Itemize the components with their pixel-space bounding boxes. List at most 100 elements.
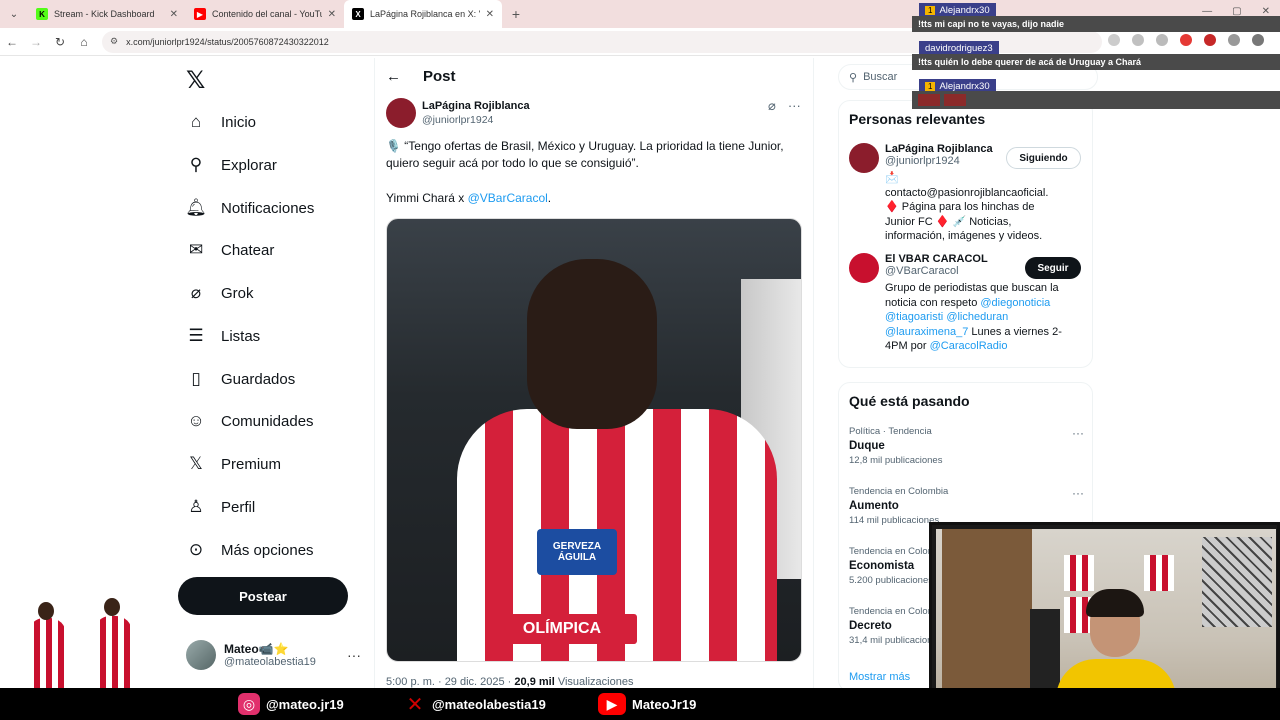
sidebar-item-grok[interactable]: ⌀ Grok [186, 283, 254, 303]
grok-icon[interactable]: ⌀ [768, 98, 776, 114]
account-switcher[interactable]: Mateo📹⭐ @mateolabestia19 ··· [186, 640, 361, 670]
sidebar-item-premium[interactable]: 𝕏 Premium [186, 454, 281, 474]
emote-icon [918, 94, 940, 106]
sidebar-item-notificaciones[interactable]: 🔔︎ Notificaciones [185, 198, 314, 218]
sidebar-item-label: Perfil [221, 498, 256, 516]
sidebar-item-mas-opciones[interactable]: ⊙ Más opciones [186, 540, 314, 560]
profile-handle: @mateolabestia19 [224, 656, 316, 668]
back-arrow-icon[interactable]: ← [386, 68, 401, 85]
mention-link[interactable]: @lauraximena_7 [885, 326, 968, 338]
post-author[interactable]: LaPágina Rojiblanca @juniorlpr1924 [386, 98, 530, 128]
zoom-icon[interactable] [1108, 34, 1120, 46]
chat-username: davidrodriguez3 [919, 41, 999, 55]
trend-item[interactable]: Política · Tendencia Duque 12,8 mil publ… [849, 426, 1084, 466]
chat-user: 1 Alejandrx30 [919, 3, 996, 17]
image-player-head [527, 259, 657, 429]
author-name[interactable]: LaPágina Rojiblanca [422, 100, 530, 112]
mention-link[interactable]: @CaracolRadio [930, 340, 1008, 352]
more-icon[interactable]: ··· [1072, 486, 1084, 500]
avatar[interactable] [849, 143, 879, 173]
sidebar-item-listas[interactable]: ☰ Listas [186, 326, 260, 346]
player-head [104, 598, 120, 616]
tab-youtube[interactable]: ▶ Contenido del canal - YouTube ✕ [186, 0, 344, 28]
site-info-icon[interactable]: ⚙ [110, 36, 118, 47]
reload-icon[interactable]: ↻ [48, 35, 72, 49]
social-youtube: ▶ MateoJr19 [598, 693, 696, 715]
sidebar-item-label: Listas [221, 327, 261, 345]
avatar[interactable] [386, 98, 416, 128]
social-handle: @mateolabestia19 [432, 696, 546, 712]
sidebar-item-perfil[interactable]: ♙ Perfil [186, 497, 255, 517]
post-text-secondary: Yimmi Chará x @VBarCaracol. [386, 191, 551, 205]
more-icon[interactable]: ··· [347, 647, 361, 663]
star-icon[interactable] [1156, 34, 1168, 46]
social-instagram: ◎ @mateo.jr19 [238, 693, 344, 715]
x-logo-icon[interactable]: 𝕏 [186, 66, 205, 95]
extension-icon[interactable] [1204, 34, 1216, 46]
following-button[interactable]: Siguiendo [1006, 147, 1081, 169]
chat-text: !tts mi capi no te vayas, dijo nadie [912, 16, 1280, 32]
page-title: Post [423, 68, 456, 85]
avatar[interactable] [849, 253, 879, 283]
player-head [38, 602, 54, 620]
address-bar-row: ← → ↻ ⌂ ⚙ x.com/juniorlpr1924/status/200… [0, 28, 1280, 56]
trend-context: Política · Tendencia [849, 426, 932, 437]
follow-button[interactable]: Seguir [1025, 257, 1081, 279]
x-icon: X [352, 8, 364, 20]
chat-message [912, 91, 1280, 109]
post-timestamp[interactable]: 5:00 p. m. · 29 dic. 2025 · [386, 676, 514, 688]
list-icon: ☰ [188, 326, 204, 345]
forward-icon[interactable]: → [24, 35, 48, 49]
tab-x-post[interactable]: X LaPágina Rojiblanca en X: " 🎙 ✕ [344, 0, 502, 28]
x-premium-icon: 𝕏 [189, 454, 203, 473]
new-tab-button[interactable]: + [502, 6, 530, 22]
post-button[interactable]: Postear [178, 577, 348, 615]
chat-emotes [912, 91, 1280, 109]
home-icon[interactable]: ⌂ [72, 35, 96, 49]
trend-item[interactable]: Tendencia en Colombia Aumento 114 mil pu… [849, 486, 1084, 526]
url-text: x.com/juniorlpr1924/status/2005760872430… [126, 36, 329, 47]
trend-title: Duque [849, 440, 885, 452]
tab-kick[interactable]: K Stream - Kick Dashboard ✕ [28, 0, 186, 28]
author-handle[interactable]: @juniorlpr1924 [422, 114, 530, 126]
close-icon[interactable]: ✕ [328, 9, 336, 20]
sidebar-item-explorar[interactable]: ⚲ Explorar [186, 155, 277, 175]
kick-icon: K [36, 8, 48, 20]
mention-link[interactable]: @licheduran [946, 311, 1008, 323]
mention-link[interactable]: @diegonoticia [980, 297, 1050, 309]
avatar[interactable] [1252, 34, 1264, 46]
post-image[interactable]: GERVEZA ÁGUILA OLÍMPICA [386, 218, 802, 662]
profile-name: Mateo📹⭐ [224, 642, 289, 656]
jersey-decor [1064, 555, 1094, 591]
show-more-link[interactable]: Mostrar más [849, 671, 910, 683]
more-icon[interactable]: ··· [788, 98, 801, 114]
sidebar-item-label: Comunidades [221, 412, 314, 430]
sidebar-item-comunidades[interactable]: ☺ Comunidades [186, 411, 314, 431]
sidebar-item-label: Más opciones [221, 541, 314, 559]
extension-icon[interactable] [1180, 34, 1192, 46]
youtube-icon: ▶ [194, 8, 206, 20]
extension-icon[interactable] [1132, 34, 1144, 46]
social-x: ✕ @mateolabestia19 [404, 693, 546, 716]
sidebar-item-chatear[interactable]: ✉ Chatear [186, 240, 275, 260]
tab-search-icon[interactable]: ⌄ [0, 0, 28, 28]
tab-title: Contenido del canal - YouTube [212, 9, 322, 19]
image-sponsor-text: OLÍMPICA [487, 614, 637, 644]
trend-count: 12,8 mil publicaciones [849, 455, 943, 466]
streamer-hair [1086, 589, 1144, 617]
chat-user: davidrodriguez3 [919, 41, 999, 55]
mention-link[interactable]: @VBarCaracol [468, 191, 548, 205]
instagram-icon: ◎ [238, 693, 260, 715]
more-circle-icon: ⊙ [188, 540, 204, 559]
close-icon[interactable]: ✕ [170, 9, 178, 20]
more-icon[interactable]: ··· [1072, 426, 1084, 440]
sidebar-item-inicio[interactable]: ⌂ Inicio [186, 112, 256, 132]
close-icon[interactable]: ✕ [486, 9, 494, 20]
back-icon[interactable]: ← [0, 35, 24, 49]
emote-icon [944, 94, 966, 106]
puzzle-icon[interactable] [1228, 34, 1240, 46]
post-views-label: Visualizaciones [554, 676, 634, 688]
mention-link[interactable]: @tiagoaristi [885, 311, 943, 323]
sidebar-item-guardados[interactable]: ▯ Guardados [186, 369, 295, 389]
section-title: Qué está pasando [849, 393, 970, 409]
